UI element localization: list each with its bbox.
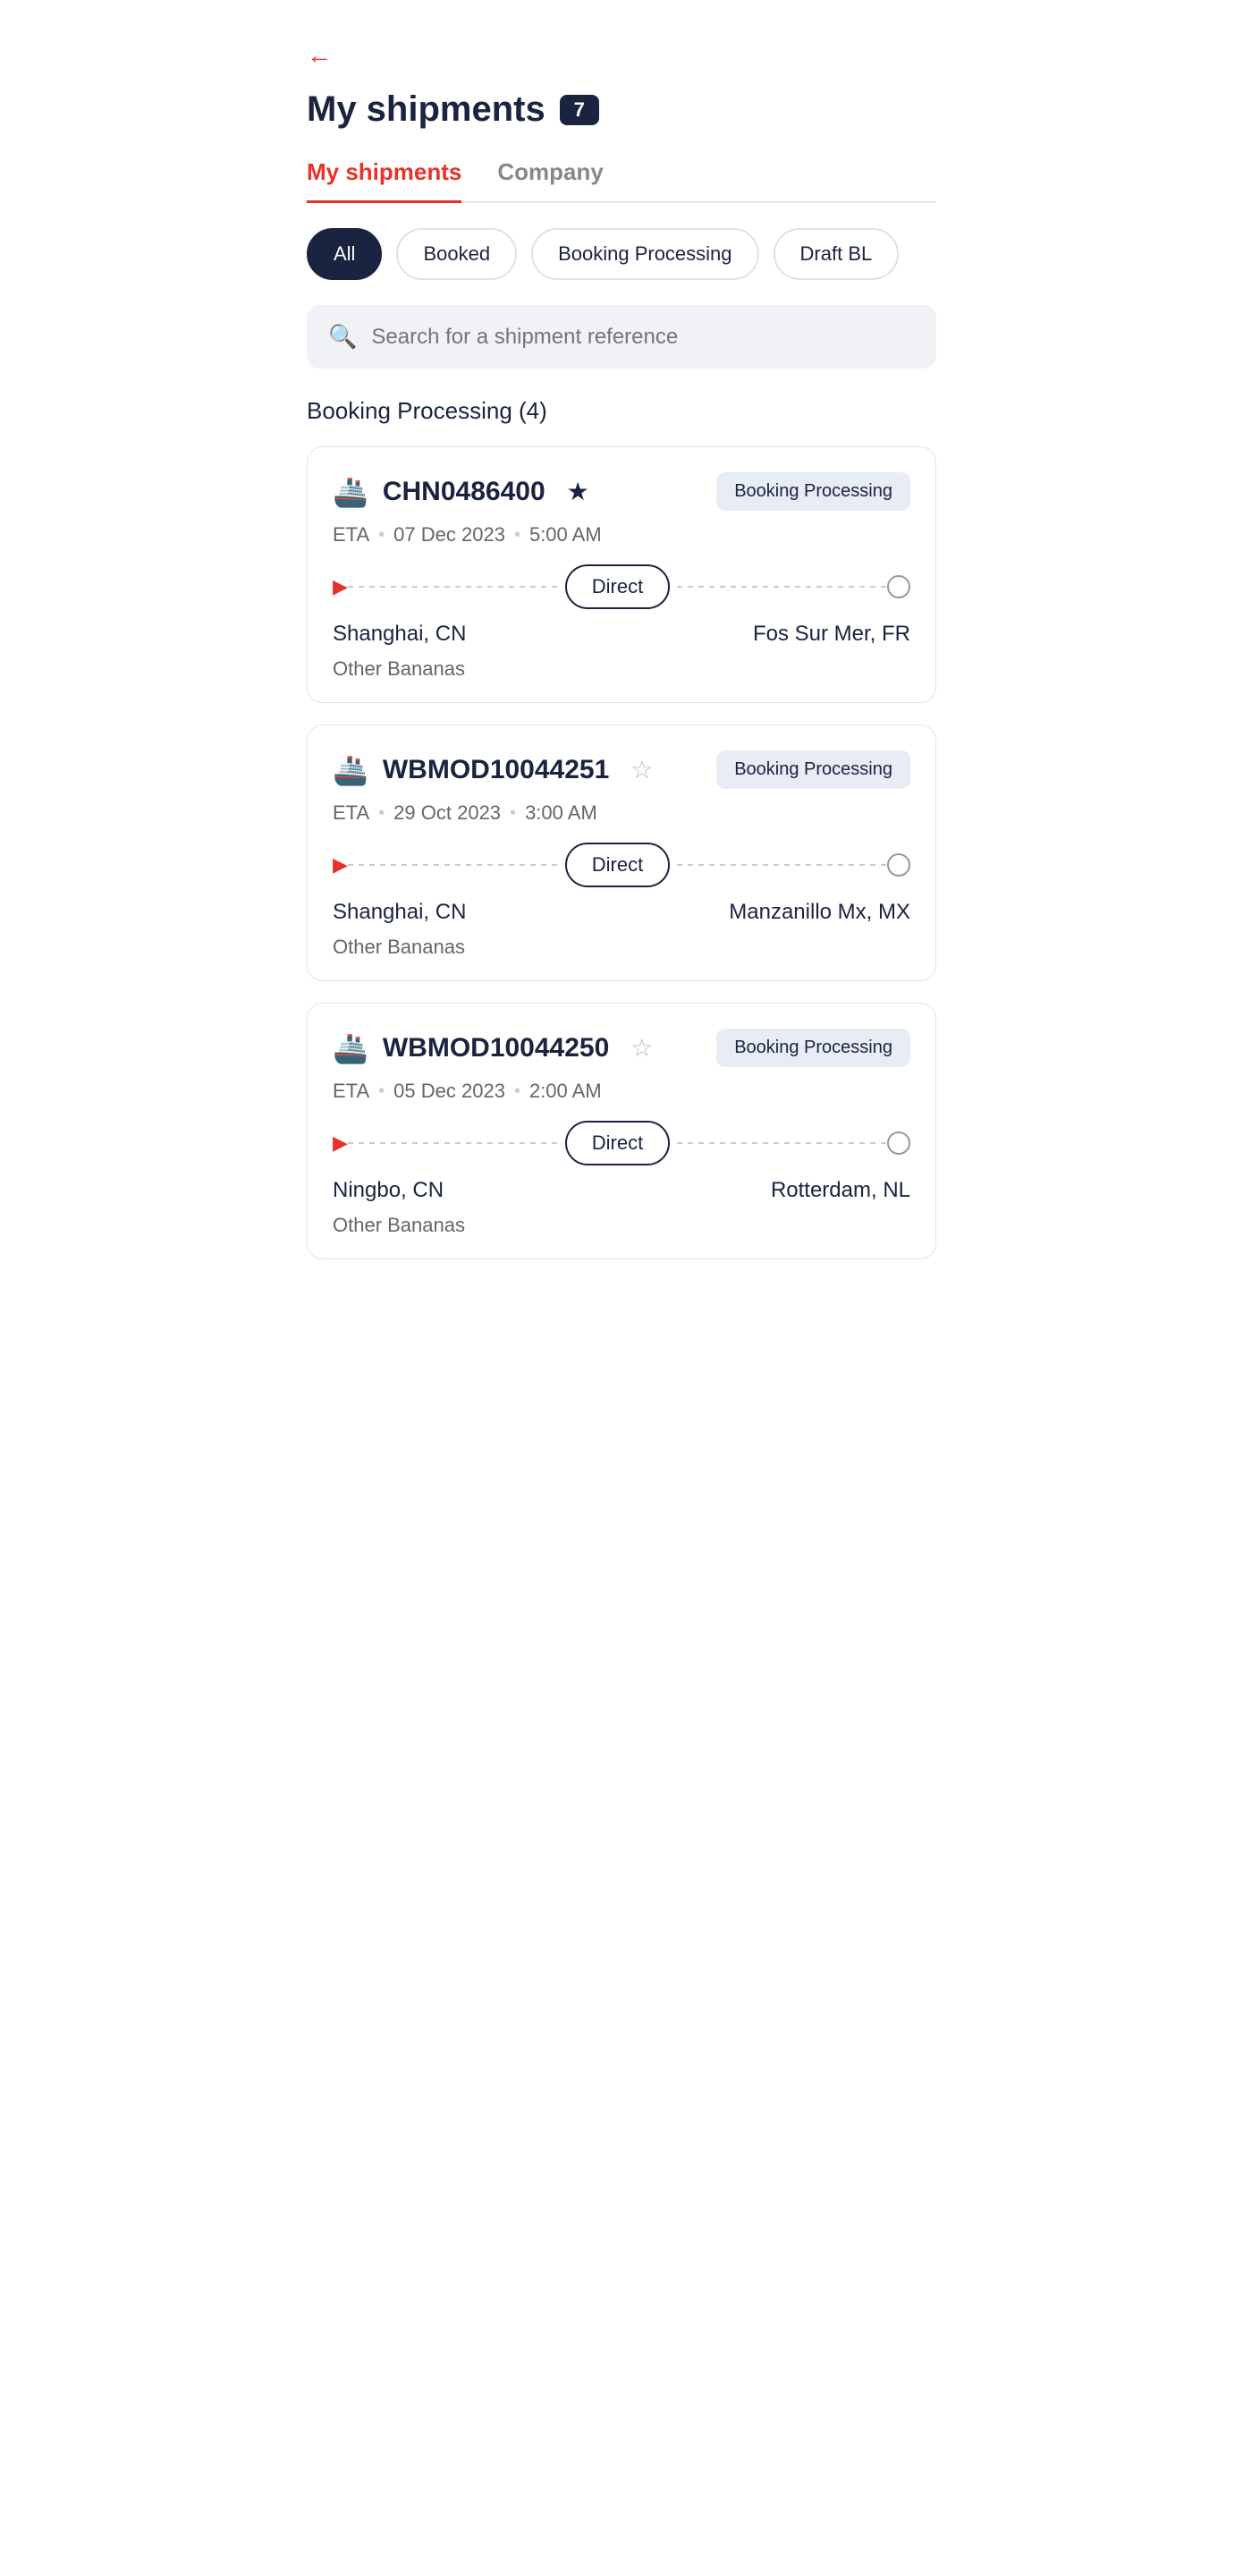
route-line-right — [677, 864, 887, 866]
cargo-label: Other Bananas — [333, 1214, 910, 1237]
dot-separator: • — [378, 525, 385, 546]
eta-row: ETA • 29 Oct 2023 • 3:00 AM — [333, 801, 910, 825]
filter-booked[interactable]: Booked — [396, 228, 517, 280]
destination-circle — [887, 1131, 910, 1155]
route-line-left — [348, 1142, 558, 1144]
cargo-label: Other Bananas — [333, 657, 910, 681]
search-icon: 🔍 — [328, 323, 357, 351]
star-icon[interactable]: ☆ — [630, 755, 653, 784]
route-row: ▶ Direct — [333, 843, 910, 887]
destination-port: Rotterdam, NL — [771, 1178, 910, 1203]
eta-label: ETA — [333, 801, 369, 825]
direct-button[interactable]: Direct — [565, 843, 670, 887]
eta-time: 5:00 AM — [529, 523, 602, 547]
back-button[interactable]: ← — [307, 43, 332, 68]
shipment-id: CHN0486400 — [383, 477, 545, 507]
card-header: 🚢 WBMOD10044250 ☆ Booking Processing — [333, 1029, 910, 1067]
tab-company[interactable]: Company — [497, 158, 603, 203]
route-row: ▶ Direct — [333, 564, 910, 609]
origin-port: Shanghai, CN — [333, 622, 466, 647]
shipment-id: WBMOD10044251 — [383, 755, 609, 785]
card-header-left: 🚢 WBMOD10044251 ☆ — [333, 753, 653, 787]
shipment-list: 🚢 CHN0486400 ★ Booking Processing ETA • … — [307, 446, 936, 1259]
page-title-row: My shipments 7 — [307, 89, 936, 130]
eta-row: ETA • 07 Dec 2023 • 5:00 AM — [333, 523, 910, 547]
direct-button[interactable]: Direct — [565, 1121, 670, 1165]
route-line-left — [348, 864, 558, 866]
filter-row: All Booked Booking Processing Draft BL — [307, 228, 936, 280]
status-badge: Booking Processing — [716, 472, 910, 511]
port-row: Ningbo, CN Rotterdam, NL — [333, 1178, 910, 1203]
status-badge: Booking Processing — [716, 1029, 910, 1067]
filter-all[interactable]: All — [307, 228, 382, 280]
ship-icon: 🚢 — [333, 475, 368, 509]
route-line-right — [677, 1142, 887, 1144]
filter-draft-bl[interactable]: Draft BL — [774, 228, 900, 280]
eta-date: 29 Oct 2023 — [393, 801, 501, 825]
destination-circle — [887, 575, 910, 598]
destination-port: Fos Sur Mer, FR — [753, 622, 910, 647]
play-icon: ▶ — [333, 1131, 348, 1155]
tab-bar: My shipments Company — [307, 158, 936, 203]
card-header: 🚢 WBMOD10044251 ☆ Booking Processing — [333, 750, 910, 789]
star-icon[interactable]: ★ — [567, 477, 589, 506]
eta-date: 05 Dec 2023 — [393, 1080, 505, 1103]
eta-row: ETA • 05 Dec 2023 • 2:00 AM — [333, 1080, 910, 1103]
eta-time: 3:00 AM — [525, 801, 597, 825]
dot-separator: • — [514, 1081, 520, 1102]
dot-separator: • — [378, 803, 385, 824]
destination-circle — [887, 853, 910, 877]
dot-separator: • — [378, 1081, 385, 1102]
page-title: My shipments — [307, 89, 545, 130]
route-line-right — [677, 586, 887, 588]
search-bar: 🔍 — [307, 305, 936, 369]
status-badge: Booking Processing — [716, 750, 910, 789]
eta-label: ETA — [333, 523, 369, 547]
route-row: ▶ Direct — [333, 1121, 910, 1165]
ship-icon: 🚢 — [333, 1031, 368, 1065]
destination-port: Manzanillo Mx, MX — [729, 900, 910, 925]
play-icon: ▶ — [333, 853, 348, 877]
shipment-card[interactable]: 🚢 WBMOD10044251 ☆ Booking Processing ETA… — [307, 724, 936, 981]
back-arrow-icon: ← — [307, 43, 332, 68]
dot-separator: • — [514, 525, 520, 546]
shipment-card[interactable]: 🚢 WBMOD10044250 ☆ Booking Processing ETA… — [307, 1003, 936, 1259]
play-icon: ▶ — [333, 575, 348, 598]
card-header: 🚢 CHN0486400 ★ Booking Processing — [333, 472, 910, 511]
card-header-left: 🚢 WBMOD10044250 ☆ — [333, 1031, 653, 1065]
section-title: Booking Processing (4) — [307, 397, 936, 425]
star-icon[interactable]: ☆ — [630, 1033, 653, 1063]
ship-icon: 🚢 — [333, 753, 368, 787]
eta-date: 07 Dec 2023 — [393, 523, 505, 547]
origin-port: Shanghai, CN — [333, 900, 466, 925]
cargo-label: Other Bananas — [333, 936, 910, 959]
shipment-card[interactable]: 🚢 CHN0486400 ★ Booking Processing ETA • … — [307, 446, 936, 703]
origin-port: Ningbo, CN — [333, 1178, 444, 1203]
port-row: Shanghai, CN Fos Sur Mer, FR — [333, 622, 910, 647]
tab-my-shipments[interactable]: My shipments — [307, 158, 461, 203]
shipment-count-badge: 7 — [560, 95, 599, 125]
search-input[interactable] — [371, 325, 915, 350]
dot-separator: • — [510, 803, 516, 824]
filter-booking-processing[interactable]: Booking Processing — [531, 228, 758, 280]
port-row: Shanghai, CN Manzanillo Mx, MX — [333, 900, 910, 925]
direct-button[interactable]: Direct — [565, 564, 670, 609]
route-line-left — [348, 586, 558, 588]
eta-time: 2:00 AM — [529, 1080, 602, 1103]
shipment-id: WBMOD10044250 — [383, 1033, 609, 1063]
card-header-left: 🚢 CHN0486400 ★ — [333, 475, 589, 509]
eta-label: ETA — [333, 1080, 369, 1103]
